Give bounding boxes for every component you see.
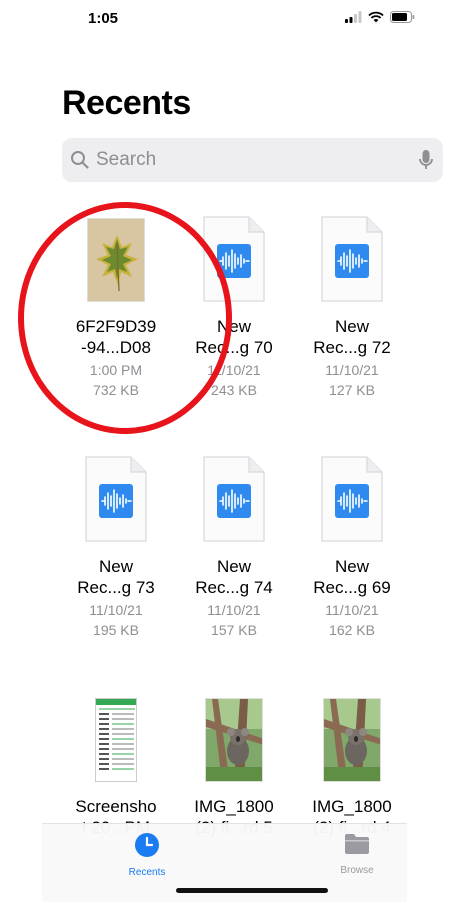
file-date: 1:00 PM (89, 362, 143, 378)
file-size: 157 KB (211, 622, 257, 638)
wifi-icon (368, 11, 384, 23)
file-date: 11/10/21 (207, 362, 261, 378)
home-indicator[interactable] (176, 888, 328, 893)
status-bar: 1:05 (0, 0, 449, 40)
file-item[interactable]: New Rec...g 74 11/10/21 157 KB (175, 452, 293, 692)
file-item[interactable]: 6F2F9D39 -94...D08 1:00 PM 732 KB (57, 212, 175, 452)
file-size: 243 KB (211, 382, 257, 398)
search-icon (70, 150, 90, 175)
file-size: 127 KB (329, 382, 375, 398)
audio-file-icon (203, 456, 265, 542)
search-bar[interactable] (62, 138, 443, 182)
audio-file-icon (321, 456, 383, 542)
file-size: 732 KB (93, 382, 139, 398)
recents-grid: 6F2F9D39 -94...D08 1:00 PM 732 KB New Re… (57, 212, 432, 902)
file-size: 195 KB (93, 622, 139, 638)
file-item[interactable]: New Rec...g 73 11/10/21 195 KB (57, 452, 175, 692)
file-name: 6F2F9D39 -94...D08 (75, 317, 157, 357)
file-item[interactable]: New Rec...g 69 11/10/21 162 KB (293, 452, 411, 692)
file-name: New Rec...g 70 (195, 317, 273, 357)
search-input[interactable] (96, 147, 396, 173)
signal-icon (345, 11, 362, 23)
microphone-icon[interactable] (419, 149, 433, 176)
clock-icon (134, 832, 160, 863)
leaf-photo-thumbnail (87, 218, 145, 302)
file-name: New Rec...g 74 (195, 557, 273, 597)
koala-photo-thumbnail (205, 698, 263, 782)
file-item[interactable]: New Rec...g 70 11/10/21 243 KB (175, 212, 293, 452)
status-icons (345, 11, 415, 23)
page-title: Recents (62, 84, 191, 122)
file-date: 11/10/21 (325, 602, 379, 618)
file-date: 11/10/21 (325, 362, 379, 378)
battery-icon (390, 11, 415, 23)
folder-icon (343, 832, 371, 861)
file-name: New Rec...g 69 (313, 557, 391, 597)
screenshot-thumbnail (95, 698, 137, 782)
tab-browse[interactable]: Browse (317, 832, 397, 876)
file-date: 11/10/21 (89, 602, 143, 618)
audio-file-icon (85, 456, 147, 542)
status-time: 1:05 (88, 10, 119, 27)
file-name: New Rec...g 73 (77, 557, 155, 597)
file-item[interactable]: New Rec...g 72 11/10/21 127 KB (293, 212, 411, 452)
audio-file-icon (203, 216, 265, 302)
audio-file-icon (321, 216, 383, 302)
file-name: New Rec...g 72 (313, 317, 391, 357)
file-date: 11/10/21 (207, 602, 261, 618)
tab-recents[interactable]: Recents (107, 832, 187, 878)
tab-recents-label: Recents (128, 867, 166, 878)
file-size: 162 KB (329, 622, 375, 638)
koala-photo-thumbnail (323, 698, 381, 782)
tab-browse-label: Browse (340, 865, 374, 876)
